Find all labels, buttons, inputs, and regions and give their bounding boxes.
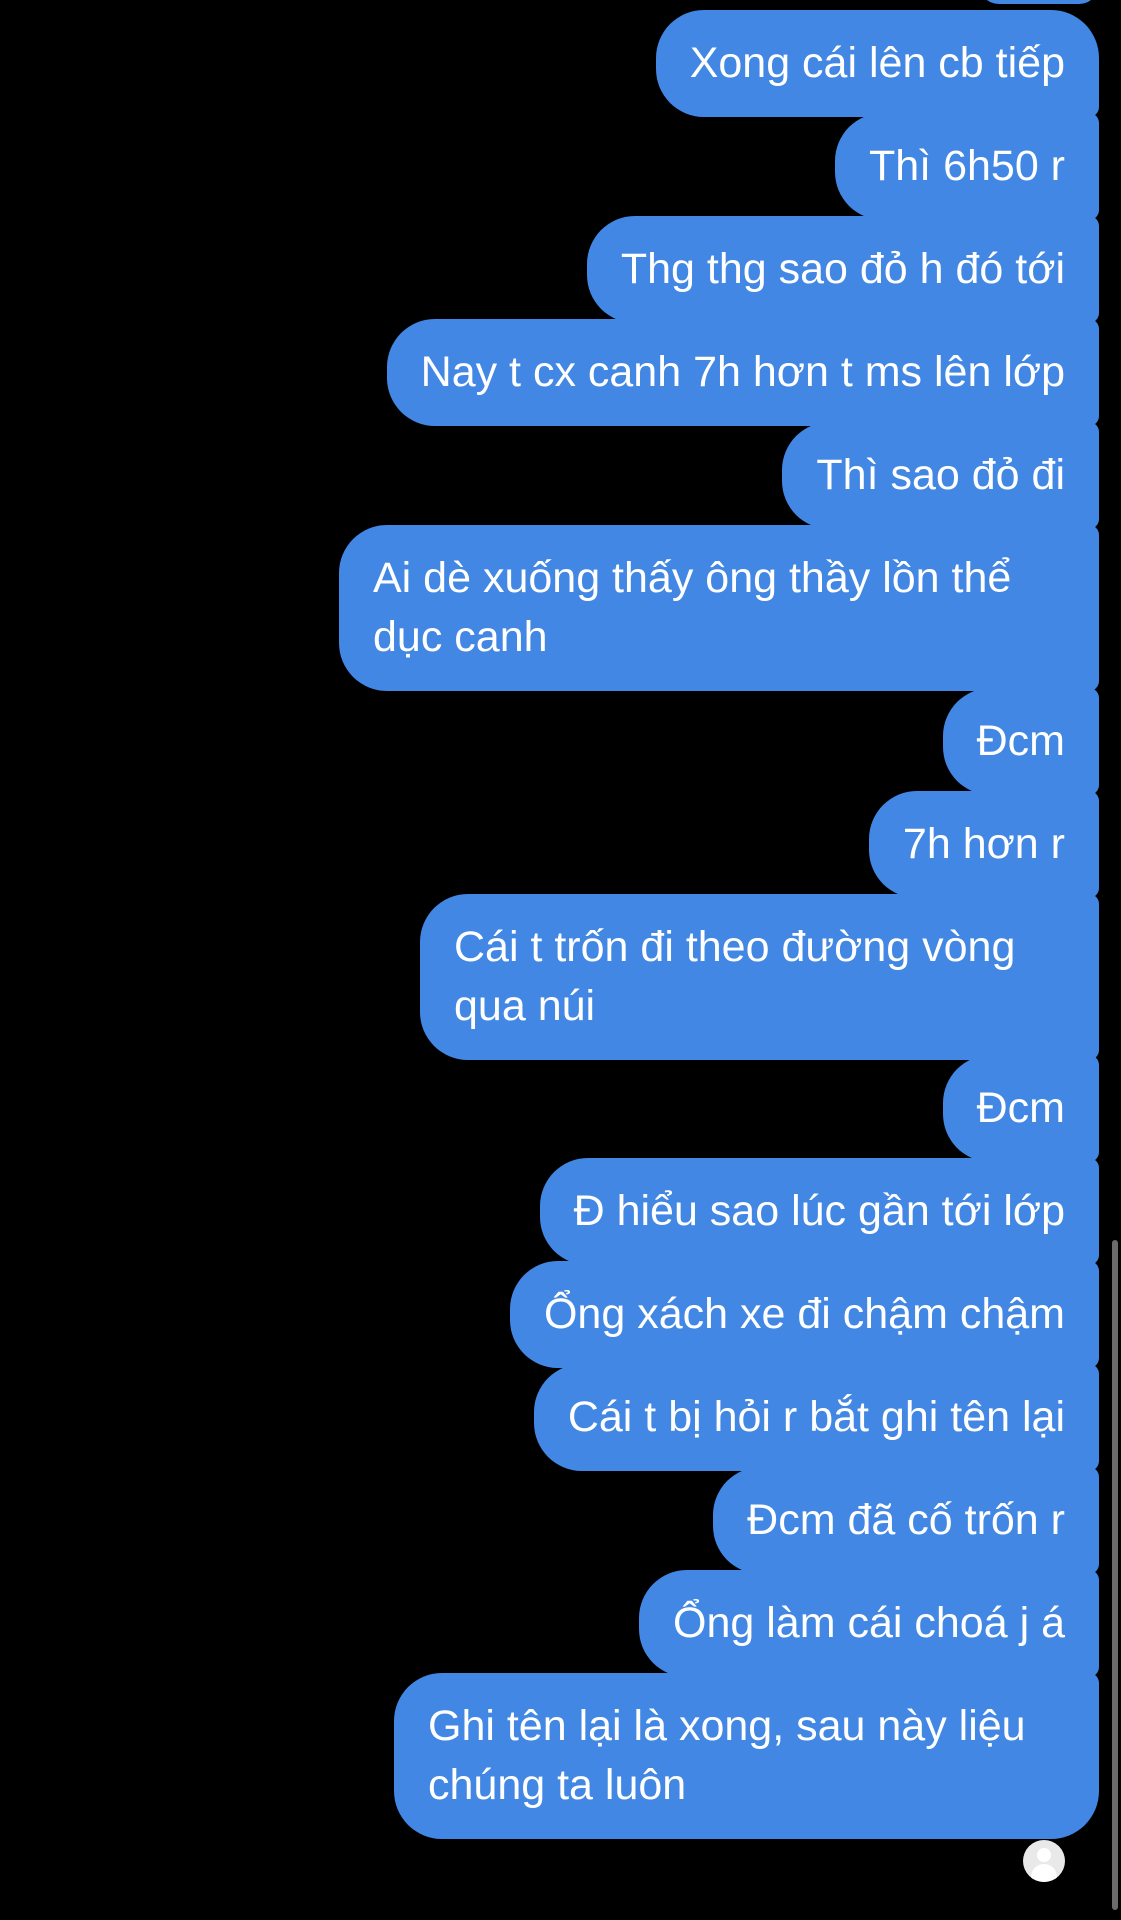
message-bubble[interactable]: Ổng xách xe đi chậm chậm <box>509 1261 1099 1368</box>
message-bubble[interactable]: Đcm <box>942 1055 1099 1162</box>
message-bubble[interactable]: Đcm đã cố trốn r <box>713 1467 1099 1574</box>
message-bubble[interactable]: Cái t bị hỏi r bắt ghi tên lại <box>533 1364 1099 1471</box>
avatar-body-shape <box>1031 1864 1057 1882</box>
user-avatar-icon[interactable] <box>1023 1840 1065 1882</box>
message-bubble[interactable]: Thì 6h50 r <box>835 113 1099 220</box>
previous-message-bubble[interactable] <box>979 0 1099 4</box>
message-bubble[interactable]: Đ hiểu sao lúc gần tới lớp <box>539 1158 1099 1265</box>
message-bubble[interactable]: Ai dè xuống thấy ông thầy lồn thể dục ca… <box>339 525 1099 691</box>
message-bubble[interactable]: Ghi tên lại là xong, sau này liệu chúng … <box>394 1673 1099 1839</box>
scrollbar[interactable] <box>1112 1240 1118 1910</box>
message-bubble[interactable]: Đcm <box>942 688 1099 795</box>
message-bubble[interactable]: 7h hơn r <box>868 791 1099 898</box>
message-bubble[interactable]: Cái t trốn đi theo đường vòng qua núi <box>420 894 1099 1060</box>
message-bubble[interactable]: Thì sao đỏ đi <box>782 422 1099 529</box>
message-thread[interactable]: Xong cái lên cb tiếp Thì 6h50 r Thg thg … <box>0 0 1121 1920</box>
message-bubble[interactable]: Nay t cx canh 7h hơn t ms lên lớp <box>386 319 1099 426</box>
message-bubble[interactable]: Ổng làm cái choá j á <box>639 1570 1099 1677</box>
message-bubble[interactable]: Xong cái lên cb tiếp <box>655 10 1099 117</box>
avatar-head-shape <box>1037 1848 1051 1862</box>
message-bubble[interactable]: Thg thg sao đỏ h đó tới <box>586 216 1099 323</box>
